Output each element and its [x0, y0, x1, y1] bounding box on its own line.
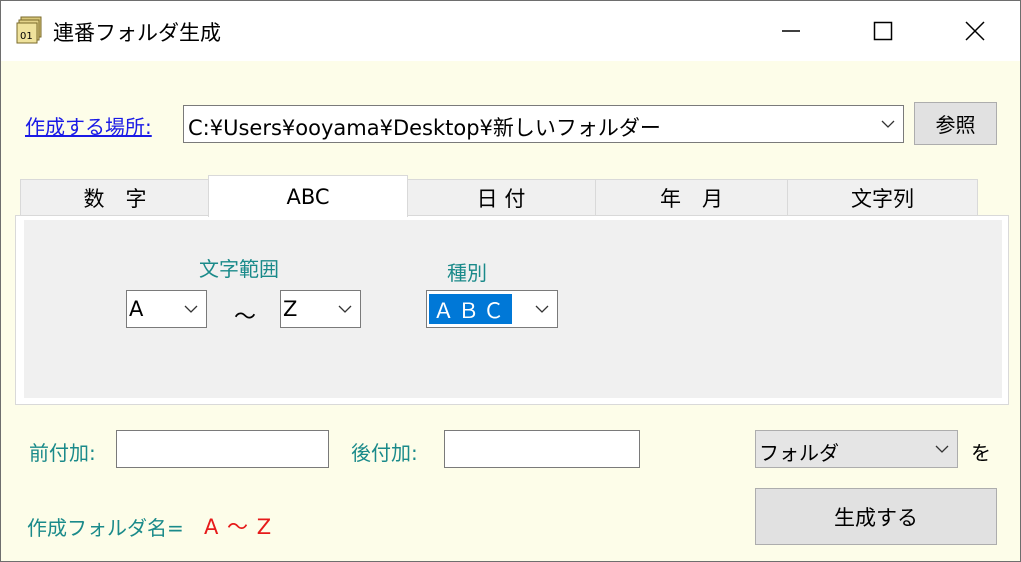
suffix-label: 後付加: [351, 441, 418, 465]
range-from-select[interactable]: A [126, 290, 207, 328]
maximize-icon [873, 21, 893, 41]
suffix-input[interactable] [444, 430, 640, 468]
range-to-value: Z [283, 297, 298, 321]
location-path-value: C:¥Users¥ooyama¥Desktop¥新しいフォルダー [188, 116, 661, 140]
tab-number[interactable]: 数 字 [20, 179, 210, 216]
folder-name-preview: A ～ Z [204, 515, 273, 539]
prefix-label: 前付加: [29, 441, 96, 465]
item-type-select[interactable]: フォルダ [755, 430, 958, 468]
title-bar: 01 連番フォルダ生成 [1, 1, 1020, 61]
range-to-select[interactable]: Z [280, 290, 361, 328]
folder-stack-icon: 01 [15, 15, 45, 45]
kind-label: 種別 [447, 261, 487, 285]
generate-button[interactable]: 生成する [755, 488, 997, 545]
minimize-button[interactable] [745, 1, 837, 61]
app-window: 01 連番フォルダ生成 作成する場所: C:¥Users¥ooyama¥Desk… [0, 0, 1021, 562]
range-from-value: A [129, 297, 144, 321]
tab-string[interactable]: 文字列 [787, 179, 978, 216]
close-button[interactable] [929, 1, 1021, 61]
prefix-input[interactable] [116, 430, 329, 468]
chevron-down-icon [338, 305, 352, 313]
type-particle: を [971, 441, 991, 465]
close-icon [965, 21, 985, 41]
folder-name-label: 作成フォルダ名= [27, 516, 184, 540]
chevron-down-icon [935, 445, 949, 453]
chevron-down-icon [535, 305, 549, 313]
kind-select[interactable]: ＡＢＣ [426, 290, 558, 328]
char-range-label: 文字範囲 [199, 257, 279, 281]
tab-abc[interactable]: ABC [208, 175, 408, 217]
tab-date[interactable]: 日 付 [406, 179, 596, 216]
tab-year-month[interactable]: 年 月 [595, 179, 788, 216]
browse-button[interactable]: 参照 [914, 102, 997, 145]
window-title: 連番フォルダ生成 [53, 21, 221, 45]
svg-text:01: 01 [20, 31, 33, 42]
range-separator: ～ [234, 305, 257, 330]
kind-selected-value: ＡＢＣ [429, 294, 512, 324]
minimize-icon [782, 30, 800, 32]
location-link[interactable]: 作成する場所: [25, 111, 152, 140]
maximize-button[interactable] [837, 1, 929, 61]
chevron-down-icon [184, 305, 198, 313]
location-path-combo[interactable]: C:¥Users¥ooyama¥Desktop¥新しいフォルダー [183, 105, 904, 143]
item-type-value: フォルダ [759, 441, 839, 465]
chevron-down-icon [881, 120, 895, 128]
